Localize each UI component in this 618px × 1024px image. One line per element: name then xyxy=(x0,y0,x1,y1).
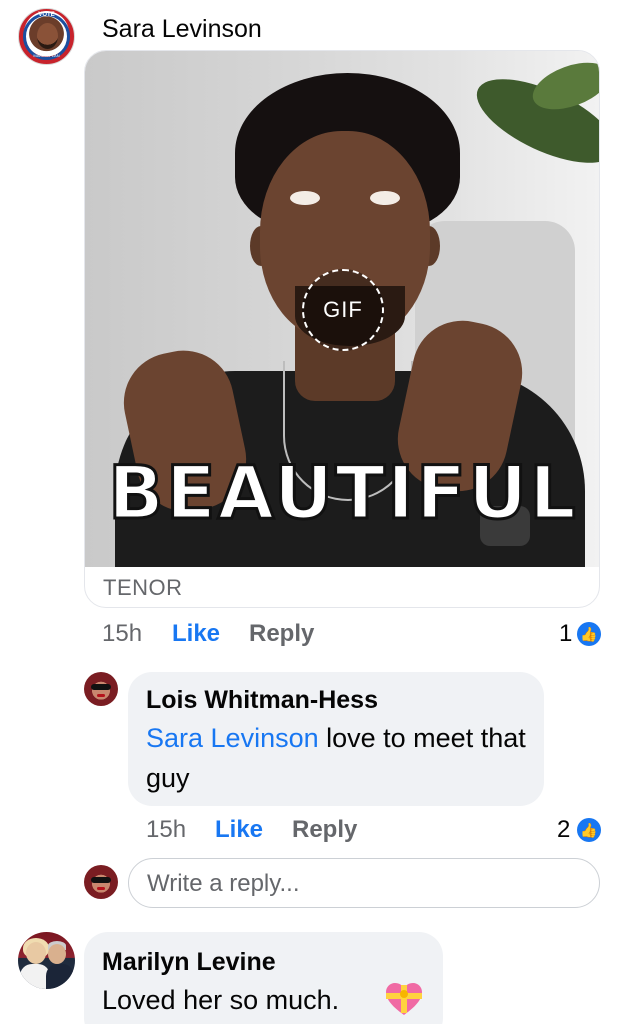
comment-author[interactable]: Marilyn Levine xyxy=(102,948,276,977)
reply-bubble: Lois Whitman-Hess Sara Levinson love to … xyxy=(128,672,544,806)
comment-timestamp: 15h xyxy=(102,620,143,647)
reply-text: Sara Levinson love to meet that guy xyxy=(146,718,536,798)
gif-source-label[interactable]: TENOR xyxy=(103,575,183,601)
reply-reply-button[interactable]: Reply xyxy=(292,816,357,844)
mention-link[interactable]: Sara Levinson xyxy=(146,723,319,753)
comment-text: Loved her so much. xyxy=(102,985,340,1015)
marilyn-avatar[interactable] xyxy=(18,932,75,989)
reply-reaction-count[interactable]: 2 xyxy=(557,816,570,844)
sara-avatar[interactable]: VOTE MAKE A PLAN xyxy=(18,8,75,65)
thumbs-up-icon[interactable]: 👍 xyxy=(577,818,601,842)
avatar-logo-text: VOTE xyxy=(38,12,55,18)
reply-like-button[interactable]: Like xyxy=(215,816,263,844)
gif-attachment[interactable]: GIF BEAUTIFUL TENOR xyxy=(84,50,600,608)
reply-author[interactable]: Lois Whitman-Hess xyxy=(146,686,378,715)
write-reply-input[interactable]: Write a reply... xyxy=(128,858,600,908)
current-user-avatar[interactable] xyxy=(84,865,118,899)
reply-timestamp: 15h xyxy=(146,816,187,843)
heart-with-ribbon-icon xyxy=(386,983,422,1015)
gif-image[interactable]: GIF BEAUTIFUL xyxy=(85,51,599,567)
gif-caption: BEAUTIFUL xyxy=(107,450,578,538)
reply-button[interactable]: Reply xyxy=(249,620,314,648)
like-button[interactable]: Like xyxy=(172,620,220,648)
comment-author[interactable]: Sara Levinson xyxy=(102,15,262,44)
reaction-count[interactable]: 1 xyxy=(559,620,572,648)
avatar-face xyxy=(37,23,58,49)
thumbs-up-icon[interactable]: 👍 xyxy=(577,622,601,646)
avatar-logo-subtext: MAKE A PLAN xyxy=(33,53,60,58)
lois-avatar[interactable] xyxy=(84,672,118,706)
gif-play-badge[interactable]: GIF xyxy=(302,269,384,351)
